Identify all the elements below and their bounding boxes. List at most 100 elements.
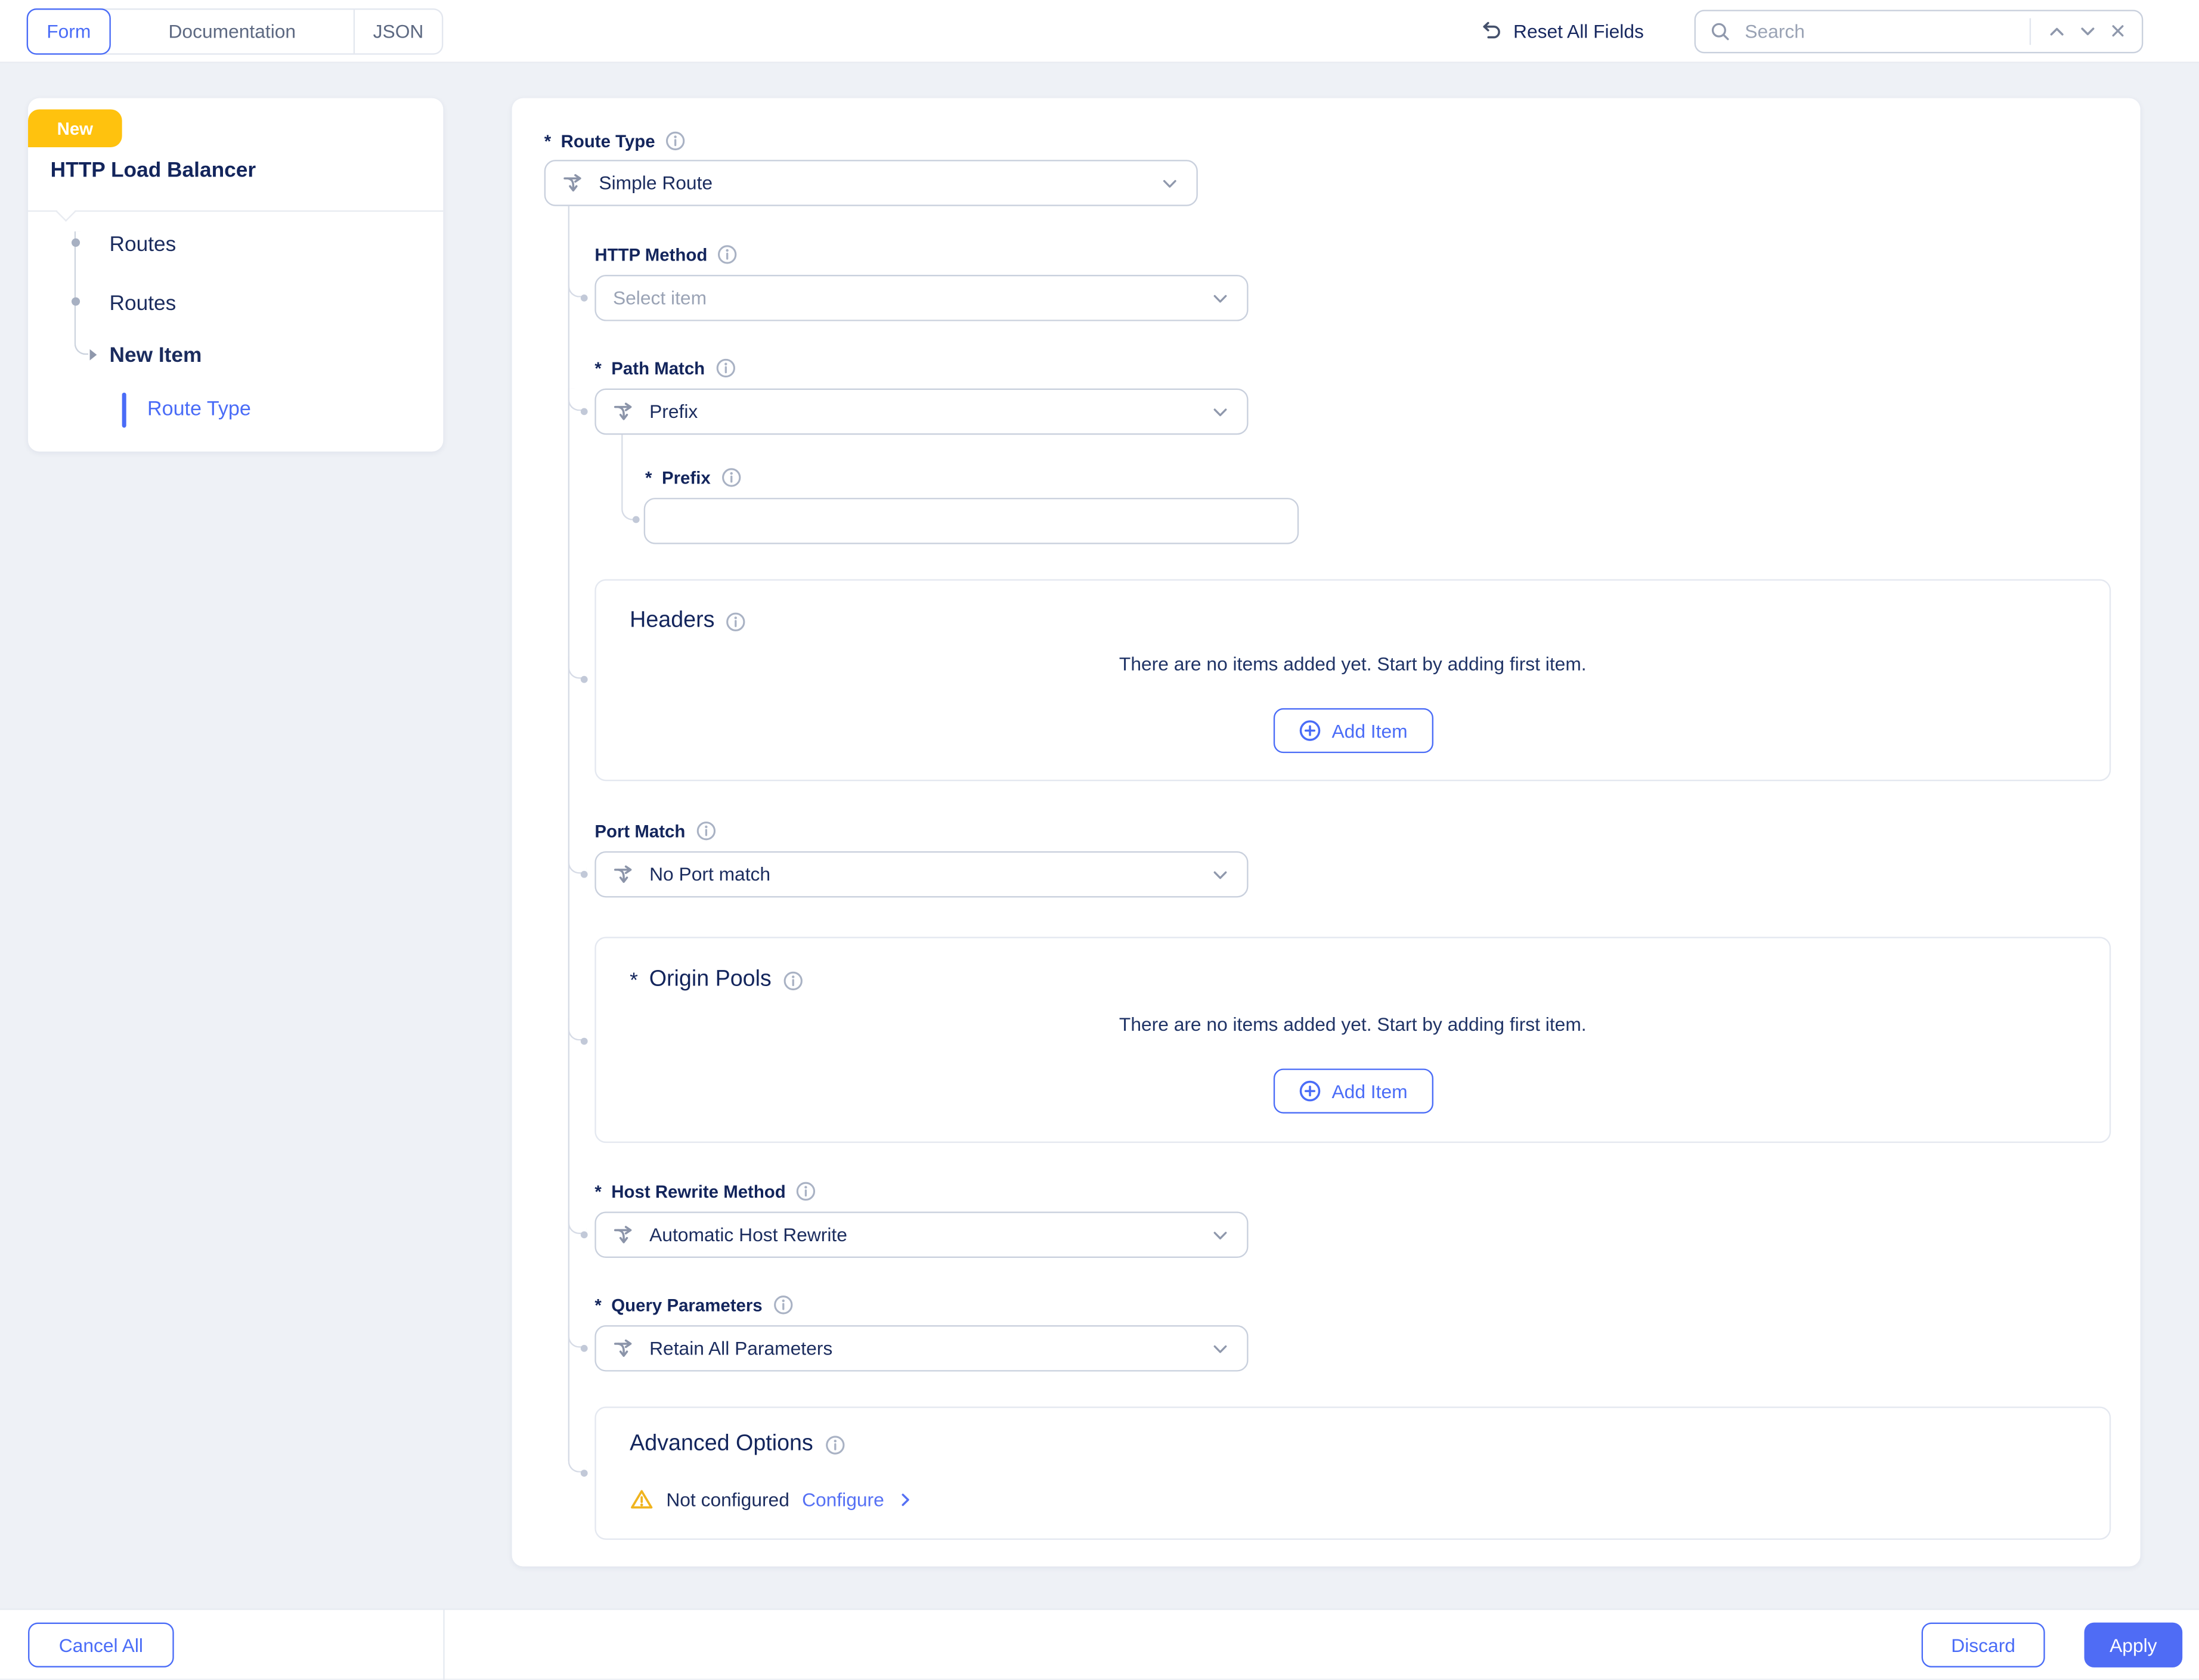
search-input[interactable] — [1742, 19, 2024, 43]
http-method-label: HTTP Method — [594, 244, 738, 265]
prefix-input[interactable] — [644, 498, 1299, 544]
route-type-select[interactable]: Simple Route — [544, 160, 1198, 206]
info-icon[interactable] — [726, 610, 747, 631]
connector-dot — [581, 1344, 588, 1352]
arrow-right-icon — [90, 349, 97, 361]
chevron-down-icon — [1160, 173, 1179, 193]
info-icon[interactable] — [695, 820, 716, 841]
route-icon — [613, 1337, 636, 1360]
required-mark: * — [594, 1295, 601, 1315]
tab-json[interactable]: JSON — [354, 9, 442, 52]
required-mark: * — [544, 131, 551, 151]
chevron-right-icon[interactable] — [897, 1490, 915, 1509]
chevron-down-icon — [1210, 864, 1230, 884]
divider-notch — [56, 202, 76, 222]
label-text: Route Type — [561, 131, 655, 151]
label-text: Port Match — [594, 821, 685, 841]
search-next-button[interactable] — [2077, 20, 2098, 41]
search-box — [1695, 9, 2144, 52]
info-icon[interactable] — [783, 970, 804, 991]
info-icon[interactable] — [795, 1181, 816, 1202]
view-tab-group: Form Documentation JSON — [27, 8, 444, 54]
connector-dot — [581, 1469, 588, 1476]
add-item-label: Add Item — [1331, 720, 1407, 741]
sidebar-item-new-item[interactable]: New Item — [109, 343, 202, 367]
info-icon[interactable] — [715, 358, 736, 379]
connector-dot — [581, 1230, 588, 1238]
sidebar-item-route-type[interactable]: Route Type — [147, 398, 251, 421]
origin-pools-add-item-button[interactable]: Add Item — [1273, 1068, 1433, 1113]
search-close-button[interactable] — [2108, 21, 2128, 41]
required-mark: * — [594, 1182, 601, 1201]
top-toolbar: Form Documentation JSON Reset All Fields — [0, 0, 2199, 63]
label-text: HTTP Method — [594, 244, 707, 264]
required-mark: * — [630, 968, 638, 992]
search-prev-button[interactable] — [2046, 20, 2067, 41]
info-icon[interactable] — [717, 244, 738, 265]
tab-form[interactable]: Form — [27, 8, 111, 54]
navigation-panel: New HTTP Load Balancer Routes Routes New… — [28, 98, 443, 452]
route-icon — [562, 172, 585, 194]
info-icon[interactable] — [772, 1294, 793, 1315]
apply-button[interactable]: Apply — [2085, 1623, 2183, 1667]
label-text: Query Parameters — [611, 1295, 762, 1315]
select-value: Prefix — [649, 401, 1210, 422]
configure-link[interactable]: Configure — [802, 1489, 884, 1510]
reset-all-fields-button[interactable]: Reset All Fields — [1480, 20, 1644, 42]
headers-add-item-button[interactable]: Add Item — [1273, 708, 1433, 753]
port-match-label: Port Match — [594, 820, 716, 841]
connector-dot — [581, 870, 588, 878]
route-icon — [613, 1223, 636, 1246]
port-match-select[interactable]: No Port match — [594, 851, 1248, 898]
advanced-options-title: Advanced Options — [630, 1432, 845, 1457]
host-rewrite-method-label: * Host Rewrite Method — [594, 1181, 816, 1202]
close-icon — [2108, 21, 2128, 41]
footer-action-bar: Cancel All Discard Apply — [0, 1608, 2199, 1679]
warning-icon — [630, 1488, 653, 1512]
host-rewrite-method-select[interactable]: Automatic Host Rewrite — [594, 1211, 1248, 1258]
label-text: Host Rewrite Method — [611, 1182, 785, 1201]
search-separator — [2030, 17, 2031, 44]
origin-pools-empty-text: There are no items added yet. Start by a… — [596, 1014, 2110, 1035]
search-icon — [1709, 20, 1730, 41]
cancel-all-button[interactable]: Cancel All — [28, 1623, 174, 1667]
http-method-select[interactable]: Select item — [594, 275, 1248, 321]
advanced-options-status-row: Not configured Configure — [630, 1488, 915, 1512]
required-mark: * — [594, 358, 601, 378]
headers-empty-text: There are no items added yet. Start by a… — [596, 653, 2110, 674]
query-parameters-label: * Query Parameters — [594, 1294, 793, 1315]
plus-circle-icon — [1298, 1080, 1321, 1102]
undo-icon — [1480, 20, 1503, 42]
info-icon[interactable] — [665, 131, 686, 151]
chevron-down-icon — [2077, 20, 2098, 41]
page: Form Documentation JSON Reset All Fields — [0, 0, 2199, 1679]
connector-dot — [581, 294, 588, 301]
toolbar-right-group: Reset All Fields — [1480, 9, 2144, 52]
headers-title: Headers — [630, 609, 747, 634]
info-icon[interactable] — [720, 467, 741, 488]
sidebar-item-routes-2[interactable]: Routes — [109, 292, 176, 315]
chevron-down-icon — [1210, 288, 1230, 308]
route-icon — [613, 401, 636, 423]
bullet-icon — [72, 297, 80, 306]
section-title-text: Advanced Options — [630, 1432, 813, 1457]
not-configured-status: Not configured — [666, 1489, 789, 1510]
advanced-options-section: Advanced Options Not configured Configur… — [594, 1406, 2111, 1539]
label-text: Prefix — [662, 467, 711, 487]
prefix-label: * Prefix — [645, 467, 741, 488]
info-icon[interactable] — [825, 1434, 845, 1455]
origin-pools-title: * Origin Pools — [630, 968, 804, 993]
path-match-select[interactable]: Prefix — [594, 389, 1248, 435]
discard-button[interactable]: Discard — [1922, 1623, 2045, 1667]
query-parameters-select[interactable]: Retain All Parameters — [594, 1325, 1248, 1372]
select-value: No Port match — [649, 864, 1210, 885]
section-title-text: Origin Pools — [649, 968, 772, 993]
tab-documentation[interactable]: Documentation — [111, 9, 354, 52]
route-icon — [613, 863, 636, 886]
bullet-icon — [72, 238, 80, 247]
sidebar-item-routes-1[interactable]: Routes — [109, 233, 176, 256]
reset-all-fields-label: Reset All Fields — [1513, 20, 1644, 41]
select-value: Retain All Parameters — [649, 1338, 1210, 1359]
tree-connector-elbow — [621, 433, 638, 520]
route-type-label: * Route Type — [544, 131, 686, 151]
